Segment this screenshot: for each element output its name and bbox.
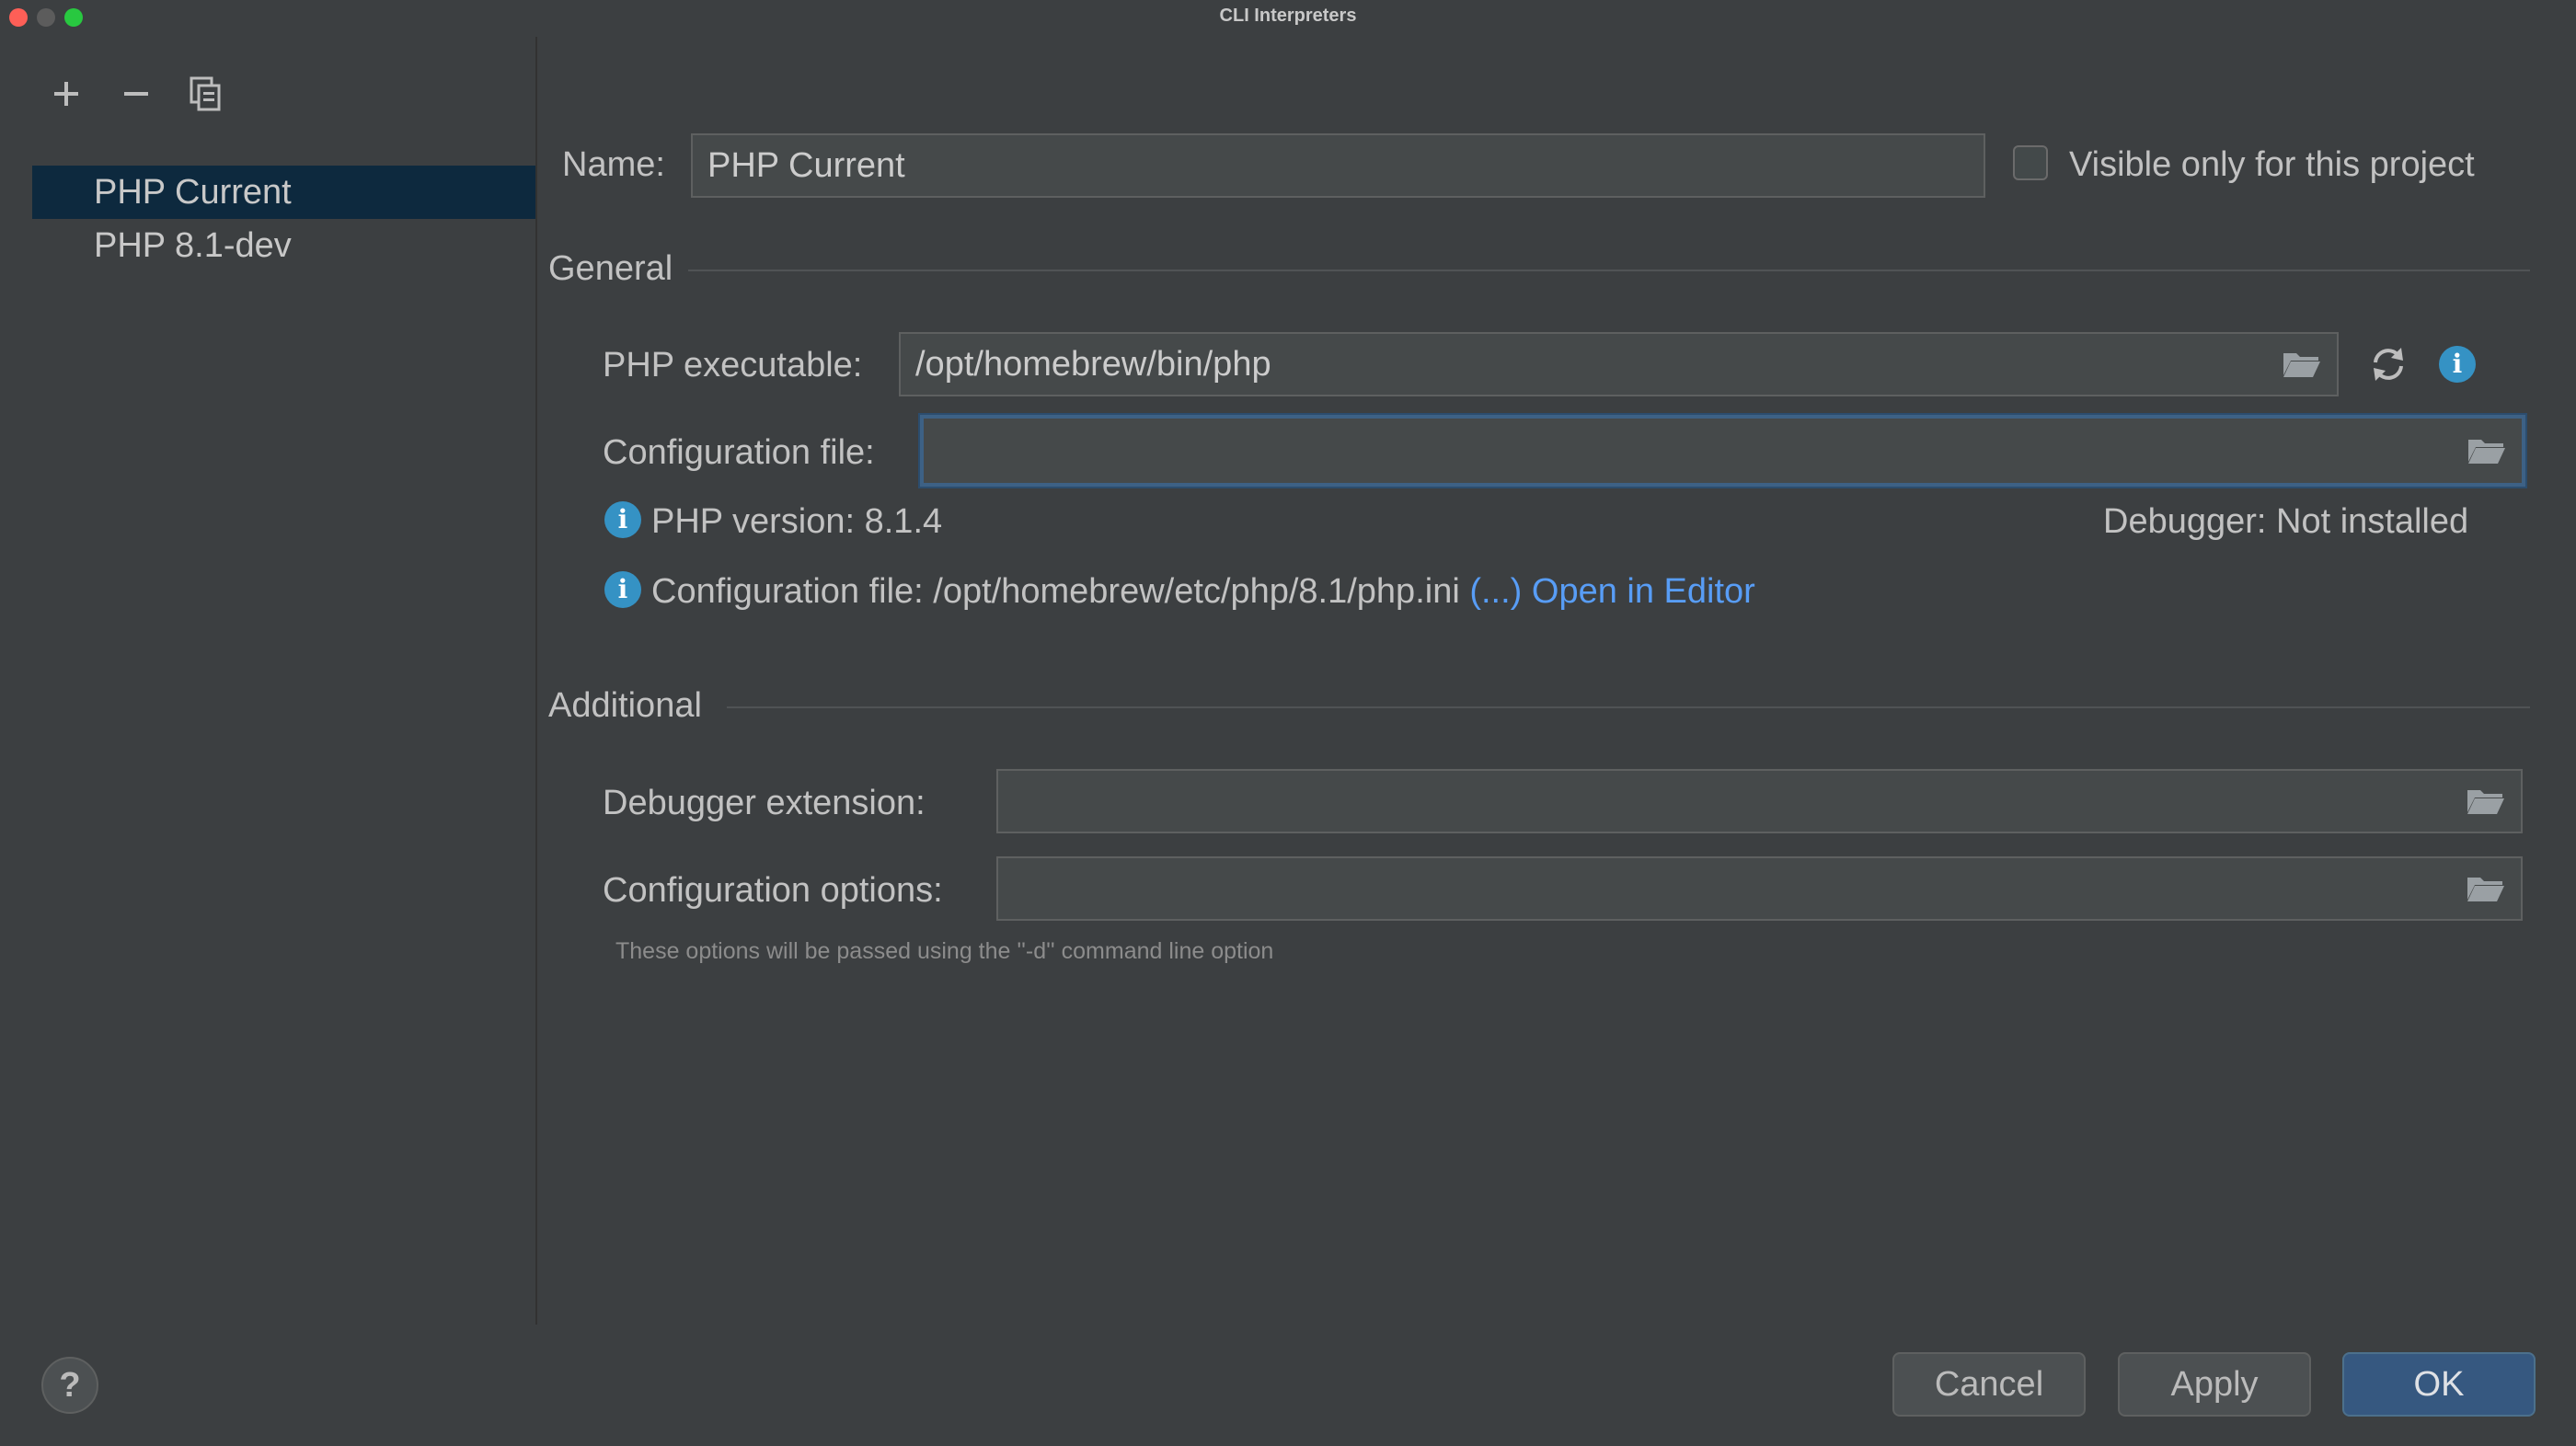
configuration-file-info-text: Configuration file: /opt/homebrew/etc/ph…: [651, 572, 1460, 611]
cancel-button[interactable]: Cancel: [1892, 1352, 2086, 1417]
debugger-label: Debugger:: [2103, 502, 2267, 541]
debugger-extension-label: Debugger extension:: [603, 784, 926, 822]
php-executable-input[interactable]: /opt/homebrew/bin/php: [899, 332, 2339, 396]
folder-icon[interactable]: [2282, 350, 2322, 379]
info-icon: i: [604, 501, 641, 538]
general-divider: [688, 270, 2530, 271]
additional-section-title: Additional: [548, 686, 702, 725]
interpreter-item-label: PHP Current: [94, 173, 292, 212]
configuration-file-info: Configuration file: /opt/homebrew/etc/ph…: [651, 572, 1755, 612]
folder-icon[interactable]: [2467, 436, 2507, 465]
ok-button[interactable]: OK: [2342, 1352, 2536, 1417]
copy-interpreter-button[interactable]: [184, 72, 228, 116]
debugger-status: Debugger: Not installed: [2103, 502, 2468, 542]
php-executable-label: PHP executable:: [603, 346, 863, 384]
visible-only-label[interactable]: Visible only for this project: [2069, 145, 2475, 185]
remove-interpreter-button[interactable]: [114, 72, 158, 116]
debugger-extension-input[interactable]: [996, 769, 2523, 833]
copy-icon: [190, 76, 221, 111]
interpreter-item[interactable]: PHP Current: [32, 166, 535, 219]
configuration-file-input[interactable]: [920, 415, 2525, 487]
name-input-value: PHP Current: [707, 146, 905, 185]
add-interpreter-button[interactable]: [44, 72, 88, 116]
open-in-editor-link[interactable]: Open in Editor: [1532, 572, 1755, 611]
debugger-value: Not installed: [2276, 502, 2469, 541]
info-icon[interactable]: i: [2439, 346, 2476, 383]
help-button[interactable]: ?: [41, 1357, 98, 1414]
name-input[interactable]: PHP Current: [691, 133, 1985, 198]
configuration-options-hint: These options will be passed using the '…: [615, 938, 1274, 964]
name-label: Name:: [562, 145, 665, 184]
window-title: CLI Interpreters: [1219, 6, 1357, 26]
configuration-file-label: Configuration file:: [603, 433, 875, 472]
minus-icon: [124, 92, 148, 96]
folder-icon[interactable]: [2466, 786, 2506, 816]
configuration-options-label: Configuration options:: [603, 871, 943, 910]
refresh-icon[interactable]: [2368, 344, 2409, 384]
general-section-title: General: [548, 249, 673, 288]
interpreter-list: PHP Current PHP 8.1-dev: [32, 166, 535, 272]
interpreter-item[interactable]: PHP 8.1-dev: [32, 219, 535, 272]
cli-interpreters-dialog: CLI Interpreters PHP Current PHP 8.1-dev…: [0, 0, 2576, 1446]
title-bar: CLI Interpreters: [0, 0, 2576, 37]
show-more-link[interactable]: (...): [1469, 572, 1522, 611]
configuration-options-input[interactable]: [996, 856, 2523, 921]
additional-divider: [727, 706, 2530, 708]
visible-only-checkbox[interactable]: [2013, 145, 2048, 180]
plus-icon: [54, 82, 78, 106]
info-icon: i: [604, 571, 641, 608]
interpreter-item-label: PHP 8.1-dev: [94, 226, 292, 265]
php-version-text: PHP version: 8.1.4: [651, 502, 943, 541]
apply-button[interactable]: Apply: [2118, 1352, 2311, 1417]
php-executable-value: /opt/homebrew/bin/php: [915, 345, 1271, 384]
folder-icon[interactable]: [2466, 874, 2506, 903]
